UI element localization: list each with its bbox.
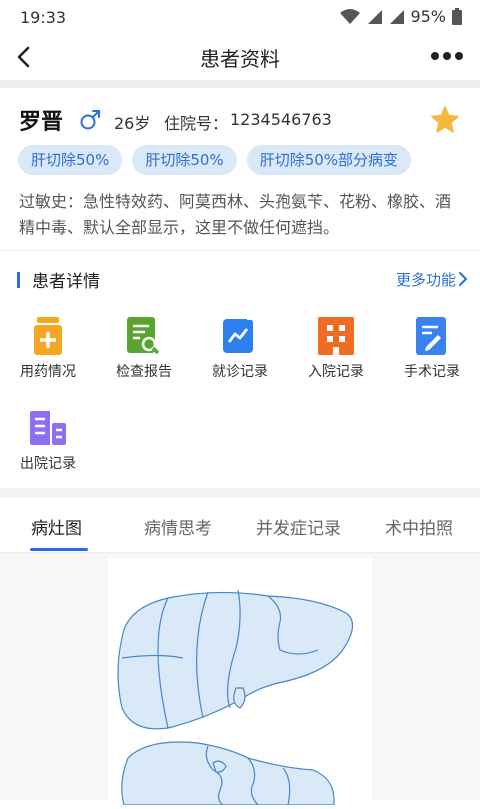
divider (0, 488, 480, 498)
liver-diagram[interactable] (108, 558, 372, 806)
surgery-record-button[interactable]: 手术记录 (384, 303, 480, 383)
allergy-history: 过敏史：急性特效药、阿莫西林、头孢氨苄、花粉、橡胶、酒精中毒、默认全部显示，这里… (19, 192, 452, 237)
visit-record-button[interactable]: 就诊记录 (192, 303, 288, 383)
grid-item-label: 手术记录 (404, 364, 460, 380)
lesion-map-card (108, 558, 372, 806)
patient-profile: 罗晋 26岁 住院号： 1234546763 肝切除50% 肝切除50% 肝切除… (0, 88, 480, 250)
feature-grid: 用药情况 检查报告 就诊记录 入院记录 手术记录 出院记录 (0, 303, 480, 487)
report-icon (127, 317, 160, 355)
tab-complications[interactable]: 并发症记录 (256, 514, 341, 539)
discharge-record-button[interactable]: 出院记录 (0, 395, 96, 475)
status-bar: 19:33 95% (0, 0, 480, 34)
medicine-icon (34, 317, 62, 355)
liver-upper-view (117, 589, 354, 730)
signal-icon (368, 9, 383, 24)
status-time: 19:33 (20, 8, 67, 27)
section-accent-bar (17, 272, 20, 288)
diagnosis-tags: 肝切除50% 肝切除50% 肝切除50%部分病变 (18, 145, 412, 175)
tab-condition-notes[interactable]: 病情思考 (144, 514, 212, 539)
more-functions-link[interactable]: 更多功能 (396, 269, 456, 290)
more-icon[interactable] (430, 50, 464, 62)
page-title: 患者资料 (200, 47, 280, 71)
admission-record-button[interactable]: 入院记录 (288, 303, 384, 383)
surgery-record-icon (416, 317, 446, 355)
battery-percent: 95% (410, 7, 446, 26)
building-icon (318, 317, 354, 355)
battery-icon (452, 8, 462, 25)
signal-2-icon (390, 9, 405, 24)
exam-report-button[interactable]: 检查报告 (96, 303, 192, 383)
grid-item-label: 就诊记录 (212, 364, 268, 380)
nav-bar: 患者资料 (0, 34, 480, 80)
chevron-right-icon[interactable] (458, 271, 468, 287)
divider (0, 80, 480, 88)
patient-age: 26岁 (114, 114, 151, 133)
active-tab-indicator (30, 548, 88, 551)
patient-details-header: 患者详情 更多功能 (0, 251, 480, 303)
grid-item-label: 检查报告 (116, 364, 172, 380)
diagnosis-tag[interactable]: 肝切除50% (132, 145, 237, 175)
wifi-icon (340, 8, 361, 24)
section-title: 患者详情 (32, 272, 100, 292)
discharge-icon (30, 411, 66, 445)
medication-button[interactable]: 用药情况 (0, 303, 96, 383)
admission-number: 1234546763 (230, 110, 332, 129)
tab-lesion-map[interactable]: 病灶图 (31, 514, 82, 539)
grid-item-label: 出院记录 (20, 456, 76, 472)
lesion-map-area (0, 553, 480, 806)
status-icons: 95% (340, 7, 462, 26)
tab-intraop-photos[interactable]: 术中拍照 (385, 514, 453, 539)
grid-item-label: 用药情况 (20, 364, 76, 380)
star-icon[interactable] (430, 105, 460, 135)
diagnosis-tag[interactable]: 肝切除50% (18, 145, 123, 175)
male-icon (80, 110, 100, 130)
liver-lower-view (121, 741, 335, 806)
admission-label: 住院号： (164, 114, 229, 133)
visit-icon (223, 318, 256, 353)
patient-name: 罗晋 (19, 110, 64, 135)
grid-item-label: 入院记录 (308, 364, 364, 380)
diagnosis-tag[interactable]: 肝切除50%部分病变 (246, 145, 412, 175)
record-tabs: 病灶图 病情思考 并发症记录 术中拍照 (0, 498, 480, 553)
